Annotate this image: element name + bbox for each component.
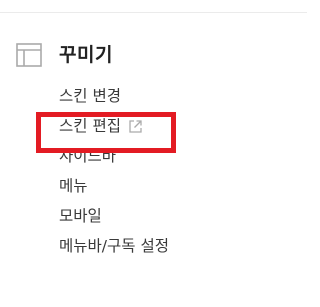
section-header-customize[interactable]: 꾸미기 (16, 41, 113, 69)
menu-item-label: 사이드바 (59, 147, 117, 165)
menu-item-label: 스킨 변경 (59, 87, 121, 105)
menu-item-menubar-subscription[interactable]: 메뉴바/구독 설정 (59, 231, 169, 261)
menu-item-label: 스킨 편집 (59, 117, 121, 135)
menu-item-menu[interactable]: 메뉴 (59, 171, 169, 201)
menu-item-label: 메뉴바/구독 설정 (59, 237, 169, 255)
customize-menu: 스킨 변경 스킨 편집 사이드바 메뉴 모바일 메뉴바/구독 설정 (59, 81, 169, 261)
menu-item-mobile[interactable]: 모바일 (59, 201, 169, 231)
external-link-icon (129, 119, 142, 133)
menu-item-edit-skin[interactable]: 스킨 편집 (59, 111, 169, 141)
section-title: 꾸미기 (59, 44, 113, 66)
menu-item-label: 모바일 (59, 207, 102, 225)
sidebar-panel: 꾸미기 스킨 변경 스킨 편집 사이드바 메뉴 모바일 메뉴바/구독 설정 (0, 0, 307, 307)
menu-item-label: 메뉴 (59, 177, 88, 195)
layout-icon (16, 43, 42, 67)
menu-item-sidebar[interactable]: 사이드바 (59, 141, 169, 171)
menu-item-change-skin[interactable]: 스킨 변경 (59, 81, 169, 111)
top-divider (0, 12, 307, 13)
